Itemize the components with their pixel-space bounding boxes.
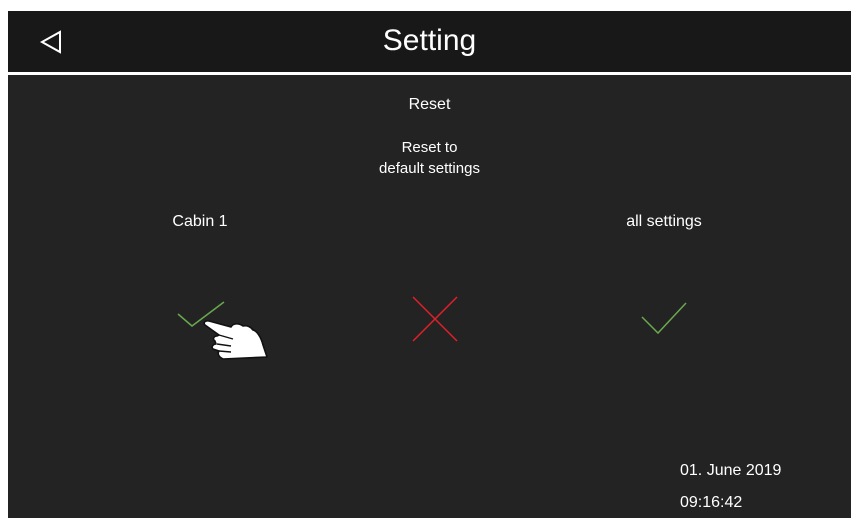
confirm-all-settings-button[interactable] (640, 301, 688, 335)
reset-description-line1: Reset to (401, 139, 458, 156)
header-divider (8, 72, 851, 75)
settings-screen: Setting Reset Reset to default settings … (0, 0, 851, 518)
reset-description-line2: default settings (379, 160, 480, 177)
settings-panel: Setting Reset Reset to default settings … (8, 11, 851, 518)
page-title: Setting (382, 24, 477, 57)
reset-heading: Reset (408, 96, 451, 113)
option-label-cabin: Cabin 1 (172, 213, 228, 230)
header-bar: Setting (8, 11, 851, 72)
reset-description: Reset to default settings (8, 137, 851, 179)
cancel-button[interactable] (411, 295, 459, 343)
pointer-hand-icon (201, 317, 269, 366)
cross-icon (412, 296, 458, 342)
option-label-all-settings: all settings (626, 213, 702, 230)
checkmark-icon (641, 302, 687, 335)
status-date: 01. June 2019 (680, 462, 782, 479)
status-time: 09:16:42 (680, 494, 743, 511)
